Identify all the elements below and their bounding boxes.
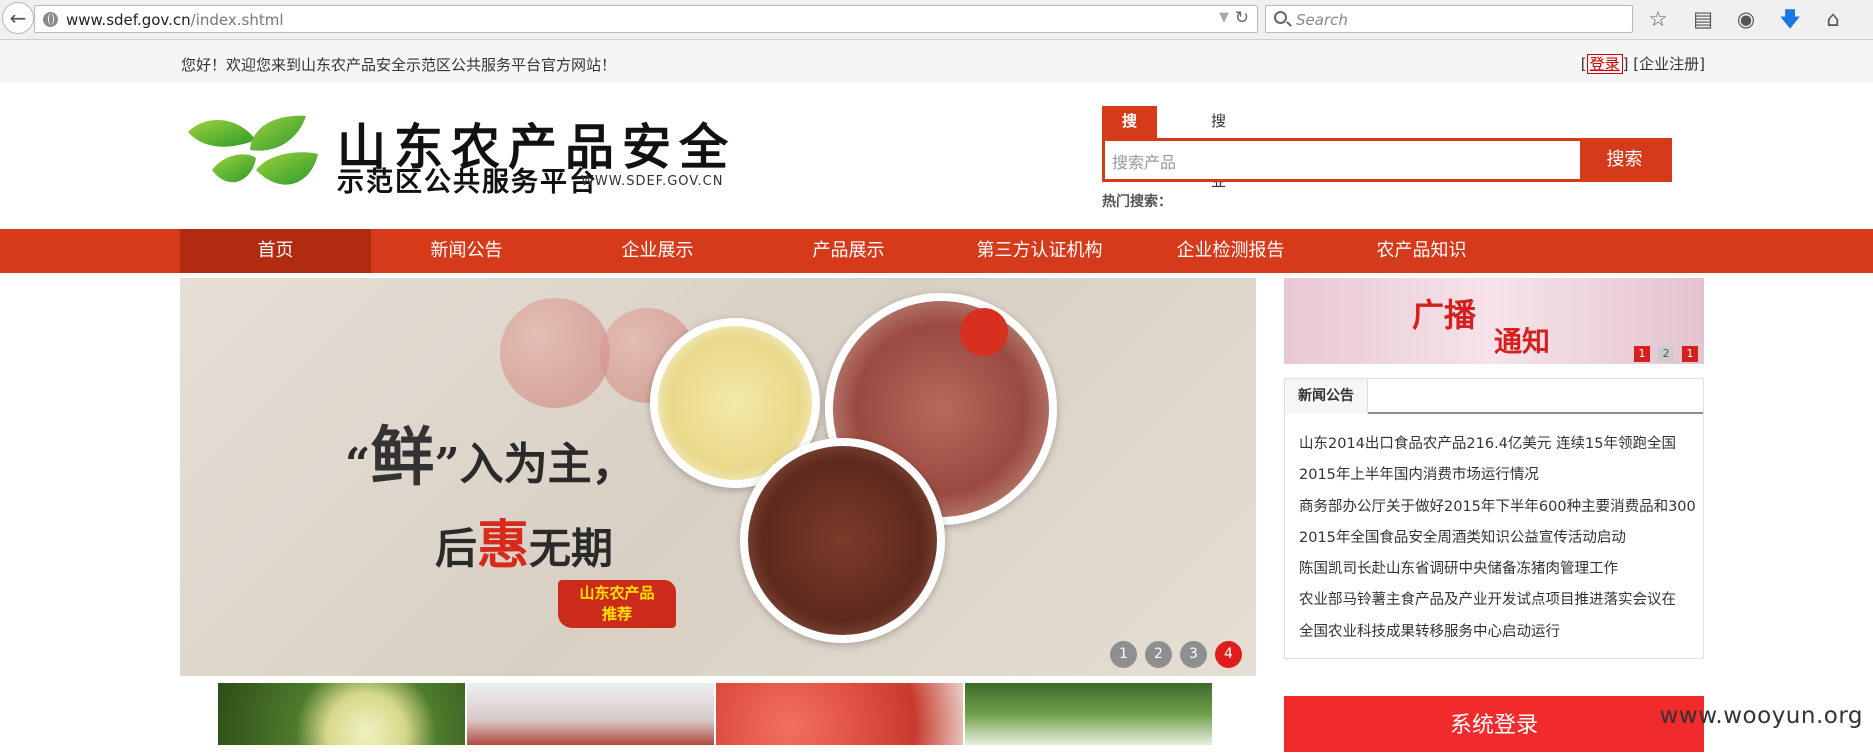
news-item[interactable]: 山东2014出口食品农产品216.4亿美元 连续15年领跑全国 [1299,429,1696,460]
news-item[interactable]: 商务部办公厅关于做好2015年下半年600种主要消费品和300 [1299,492,1696,523]
welcome-text: 您好！欢迎您来到山东农产品安全示范区公共服务平台官方网站！ [181,56,617,74]
site-url: WWW.SDEF.GOV.CN [581,174,724,189]
product-thumbnails [218,683,1213,745]
home-icon[interactable]: ⌂ [1820,7,1846,33]
broadcast-page[interactable]: 2 [1658,346,1674,362]
reload-icon[interactable]: ↻ [1235,8,1249,28]
search-placeholder: Search [1296,11,1348,29]
news-tabs: 新闻公告 [1285,379,1703,414]
register-link[interactable]: 企业注册 [1639,55,1699,73]
site-search-box: 搜索产品 搜索 [1102,138,1672,182]
account-links: [登录] [企业注册] [1580,54,1705,74]
banner-slogan-line2: 后惠无期 [435,515,614,576]
nav-products[interactable]: 产品展示 [753,229,944,273]
banner-dot-2[interactable]: 2 [1145,641,1172,668]
nav-home[interactable]: 首页 [180,229,371,273]
star-bookmark-icon[interactable]: ☆ [1645,7,1671,33]
news-item[interactable]: 2015年全国食品安全周酒类知识公益宣传活动启动 [1299,523,1696,554]
tab-search-companies[interactable]: 搜企业 [1191,106,1246,190]
hot-search-label: 热门搜索： [1102,194,1172,210]
search-icon [1274,11,1287,24]
url-text: www.sdef.gov.cn/index.shtml [66,11,284,29]
news-item[interactable]: 2015年上半年国内消费市场运行情况 [1299,460,1696,491]
news-item[interactable]: 全国农业科技成果转移服务中心启动运行 [1299,617,1696,648]
kebab-dish-image [740,438,945,643]
reading-list-icon[interactable]: ▤ [1690,7,1716,33]
news-panel: 新闻公告 山东2014出口食品农产品216.4亿美元 连续15年领跑全国 201… [1284,378,1704,659]
tomato-icon [960,308,1008,356]
login-link[interactable]: 登录 [1586,54,1623,74]
nav-certification[interactable]: 第三方认证机构 [944,229,1135,273]
download-icon[interactable]: 🡇 [1777,7,1803,33]
address-bar[interactable]: www.sdef.gov.cn/index.shtml ▼ ↻ [34,5,1258,33]
main-nav: 首页 新闻公告 企业展示 产品展示 第三方认证机构 企业检测报告 农产品知识 [0,229,1873,273]
news-item[interactable]: 陈国凯司长赴山东省调研中央储备冻猪肉管理工作 [1299,554,1696,585]
news-item[interactable]: 农业部马铃薯主食产品及产业开发试点项目推进落实会议在 [1299,585,1696,616]
broadcast-subtitle: 通知 [1494,325,1551,358]
promo-banner[interactable]: “鲜”入为主， 后惠无期 山东农产品 推荐 1 2 3 4 [180,278,1256,676]
banner-dot-1[interactable]: 1 [1110,641,1137,668]
watermark: www.wooyun.org [1659,703,1863,729]
site-search-button[interactable]: 搜索 [1580,141,1669,179]
browser-toolbar: ← www.sdef.gov.cn/index.shtml ▼ ↻ Search… [0,0,1873,40]
broadcast-title: 广播 [1412,296,1477,334]
url-dropdown-icon[interactable]: ▼ [1219,10,1229,25]
nav-companies[interactable]: 企业展示 [562,229,753,273]
logo-leaves-icon[interactable] [186,110,326,200]
site-search-input[interactable]: 搜索产品 [1112,149,1176,173]
browser-search-input[interactable]: Search [1265,5,1633,33]
pear-thumbnail[interactable] [218,683,465,745]
system-login-button[interactable]: 系统登录 [1284,696,1704,752]
nav-knowledge[interactable]: 农产品知识 [1326,229,1517,273]
back-arrow-icon[interactable]: ← [2,2,34,34]
banner-dot-3[interactable]: 3 [1180,641,1207,668]
banner-pager: 1 2 3 4 [1110,641,1242,668]
banner-dot-4[interactable]: 4 [1215,641,1242,668]
broadcast-notice-banner[interactable]: 广播 通知 1 2 1 [1284,278,1704,364]
globe-icon [43,12,58,27]
broadcast-page[interactable]: 1 [1682,346,1698,362]
news-list: 山东2014出口食品农产品216.4亿美元 连续15年领跑全国 2015年上半年… [1299,429,1696,648]
nav-test-reports[interactable]: 企业检测报告 [1135,229,1326,273]
site-subtitle: 示范区公共服务平台 [337,167,598,198]
tab-search-products[interactable]: 搜产品 [1102,106,1158,190]
apple-thumbnail[interactable] [716,683,963,745]
tomato-image [500,298,610,408]
produce-thumbnail[interactable] [467,683,714,745]
top-info-bar: 您好！欢迎您来到山东农产品安全示范区公共服务平台官方网站！ [登录] [企业注册… [0,40,1873,83]
tab-news[interactable]: 新闻公告 [1285,379,1368,414]
broadcast-page[interactable]: 1 [1634,346,1650,362]
scallion-thumbnail[interactable] [965,683,1212,745]
nav-news[interactable]: 新闻公告 [371,229,562,273]
banner-slogan-line1: “鲜”入为主， [345,420,636,495]
pocket-icon[interactable]: ◉ [1733,7,1759,33]
broadcast-pager: 1 2 1 [1634,346,1698,362]
banner-badge: 山东农产品 推荐 [558,580,676,628]
